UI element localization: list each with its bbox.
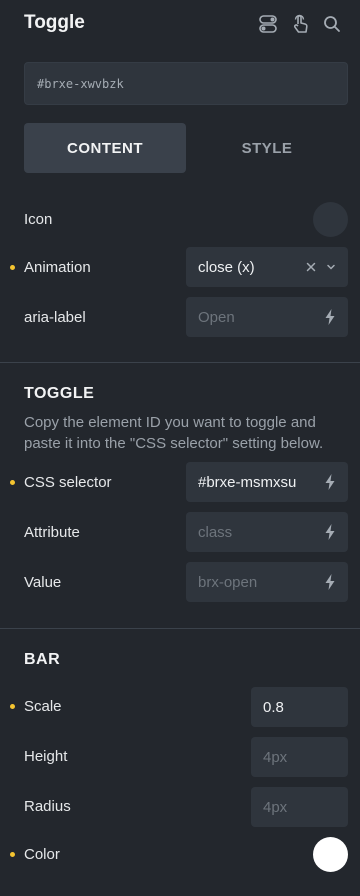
radius-label: Radius — [24, 798, 71, 815]
value-input[interactable]: brx-open — [186, 562, 348, 602]
aria-label-placeholder: Open — [198, 308, 235, 326]
modified-indicator — [10, 480, 15, 485]
attribute-label: Attribute — [24, 524, 80, 541]
scale-value: 0.8 — [263, 698, 284, 716]
animation-label: Animation — [24, 259, 91, 276]
element-id-field[interactable]: #brxe-xwvbzk — [24, 62, 348, 105]
panel-title: Toggle — [24, 12, 85, 33]
lightning-icon[interactable] — [324, 523, 336, 541]
modified-indicator — [10, 852, 15, 857]
scale-input[interactable]: 0.8 — [251, 687, 348, 727]
aria-label-label: aria-label — [24, 309, 86, 326]
radius-input[interactable]: 4px — [251, 787, 348, 827]
lightning-icon[interactable] — [324, 573, 336, 591]
tab-style[interactable]: STYLE — [186, 123, 348, 173]
css-selector-input[interactable]: #brxe-msmxsu — [186, 462, 348, 502]
value-placeholder: brx-open — [198, 573, 258, 591]
tab-content[interactable]: CONTENT — [24, 123, 186, 173]
bar-section-title: BAR — [24, 651, 61, 668]
toggle-switch-icon[interactable] — [257, 13, 279, 35]
css-selector-value: #brxe-msmxsu — [198, 473, 297, 491]
animation-select[interactable]: close (x) — [186, 247, 348, 287]
radius-placeholder: 4px — [263, 798, 288, 816]
section-divider — [0, 362, 360, 363]
clear-icon[interactable] — [306, 259, 316, 276]
color-label: Color — [24, 846, 60, 863]
lightning-icon[interactable] — [324, 473, 336, 491]
lightning-icon[interactable] — [324, 308, 336, 326]
toggle-section-title: TOGGLE — [24, 385, 95, 402]
attribute-input[interactable]: class — [186, 512, 348, 552]
aria-label-input[interactable]: Open — [186, 297, 348, 337]
height-placeholder: 4px — [263, 748, 288, 766]
css-selector-label: CSS selector — [24, 474, 112, 491]
search-icon[interactable] — [321, 13, 343, 35]
scale-label: Scale — [24, 698, 62, 715]
section-divider — [0, 628, 360, 629]
modified-indicator — [10, 704, 15, 709]
attribute-placeholder: class — [198, 523, 233, 541]
chevron-down-icon[interactable] — [326, 259, 336, 276]
modified-indicator — [10, 265, 15, 270]
color-swatch[interactable] — [313, 837, 348, 872]
animation-select-value: close (x) — [198, 258, 255, 276]
pointer-hand-icon[interactable] — [289, 13, 311, 35]
value-label: Value — [24, 574, 62, 591]
icon-picker[interactable] — [313, 202, 348, 237]
toggle-section-description: Copy the element ID you want to toggle a… — [24, 414, 324, 452]
height-label: Height — [24, 748, 68, 765]
height-input[interactable]: 4px — [251, 737, 348, 777]
icon-label: Icon — [24, 211, 53, 228]
